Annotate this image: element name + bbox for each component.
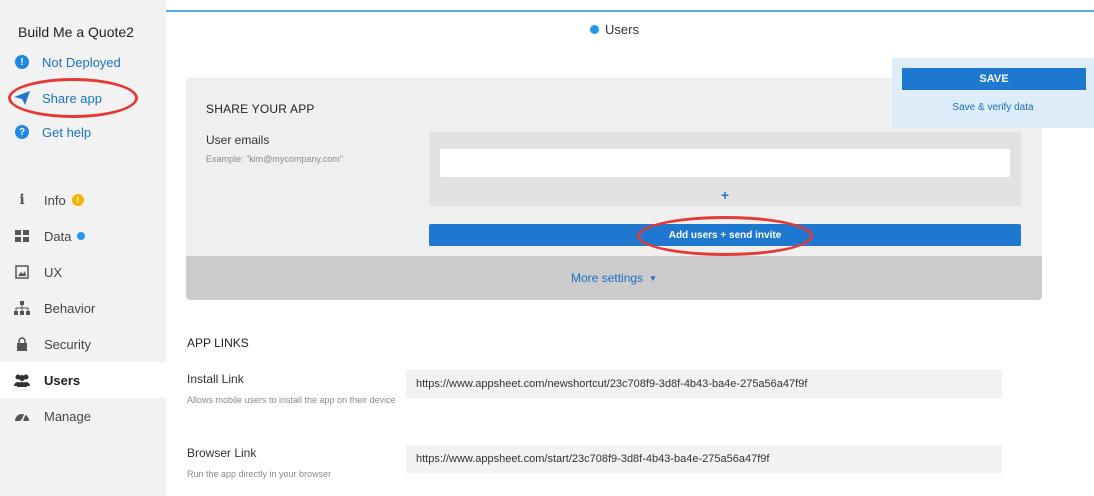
sidebar-item-security[interactable]: Security (0, 326, 166, 362)
users-icon (12, 372, 32, 388)
save-verify-link[interactable]: Save & verify data (892, 102, 1094, 113)
dashboard-icon (12, 408, 32, 424)
install-link-label: Install Link (187, 372, 244, 386)
image-icon (12, 264, 32, 280)
sidebar-item-label: Data (44, 228, 72, 244)
more-settings-toggle[interactable]: More settings ▼ (186, 256, 1042, 300)
tab-users[interactable]: Users (590, 22, 639, 37)
sidebar: Build Me a Quote2 ! Not Deployed Share a… (0, 0, 166, 496)
install-link-hint: Allows mobile users to install the app o… (187, 395, 396, 405)
user-emails-hint: Example: "kim@mycompany.com" (206, 154, 343, 164)
deploy-status-item[interactable]: ! Not Deployed (12, 52, 121, 72)
sidebar-item-label: Manage (44, 408, 91, 424)
sidebar-item-label: Security (44, 336, 91, 352)
browser-link-hint: Run the app directly in your browser (187, 469, 332, 479)
app-links-heading: APP LINKS (187, 336, 249, 350)
share-heading: SHARE YOUR APP (206, 102, 315, 116)
browser-link-label: Browser Link (187, 446, 257, 460)
sidebar-item-manage[interactable]: Manage (0, 398, 166, 434)
save-button[interactable]: SAVE (902, 68, 1086, 90)
sidebar-item-users[interactable]: Users (0, 362, 166, 398)
sidebar-item-info[interactable]: i Info ! (0, 182, 166, 218)
hierarchy-icon (12, 300, 32, 316)
top-divider (166, 10, 1094, 12)
sidebar-item-ux[interactable]: UX (0, 254, 166, 290)
sidebar-item-label: Behavior (44, 300, 96, 316)
status-dot-icon (590, 25, 599, 34)
sidebar-item-behavior[interactable]: Behavior (0, 290, 166, 326)
sidebar-item-label: UX (44, 264, 63, 280)
add-users-send-invite-button[interactable]: Add users + send invite (429, 224, 1021, 246)
lock-icon (12, 336, 32, 352)
install-link-url[interactable]: https://www.appsheet.com/newshortcut/23c… (406, 370, 1002, 398)
deploy-status-label: Not Deployed (42, 54, 121, 70)
exclamation-circle-icon: ! (12, 54, 32, 70)
share-app-item[interactable]: Share app (12, 88, 102, 108)
app-title: Build Me a Quote2 (18, 24, 134, 40)
email-input[interactable] (439, 148, 1011, 178)
sidebar-item-label: Users (44, 372, 81, 388)
sidebar-item-label: Info (44, 192, 66, 208)
info-icon: i (19, 192, 25, 208)
tab-label: Users (605, 22, 639, 37)
sidebar-item-data[interactable]: Data (0, 218, 166, 254)
user-emails-label: User emails (206, 133, 270, 147)
more-settings-label: More settings (571, 271, 644, 285)
paper-plane-icon (12, 90, 32, 106)
caret-down-icon: ▼ (649, 273, 657, 283)
share-app-label: Share app (42, 90, 102, 106)
warning-badge-icon: ! (71, 194, 84, 206)
question-circle-icon: ? (12, 124, 32, 140)
get-help-item[interactable]: ? Get help (12, 122, 91, 142)
grid-icon (12, 228, 32, 244)
save-panel: SAVE Save & verify data (892, 58, 1094, 128)
add-email-button[interactable]: + (429, 184, 1021, 206)
status-dot-icon (77, 232, 86, 240)
browser-link-url[interactable]: https://www.appsheet.com/start/23c708f9-… (406, 445, 1002, 473)
get-help-label: Get help (42, 124, 92, 140)
